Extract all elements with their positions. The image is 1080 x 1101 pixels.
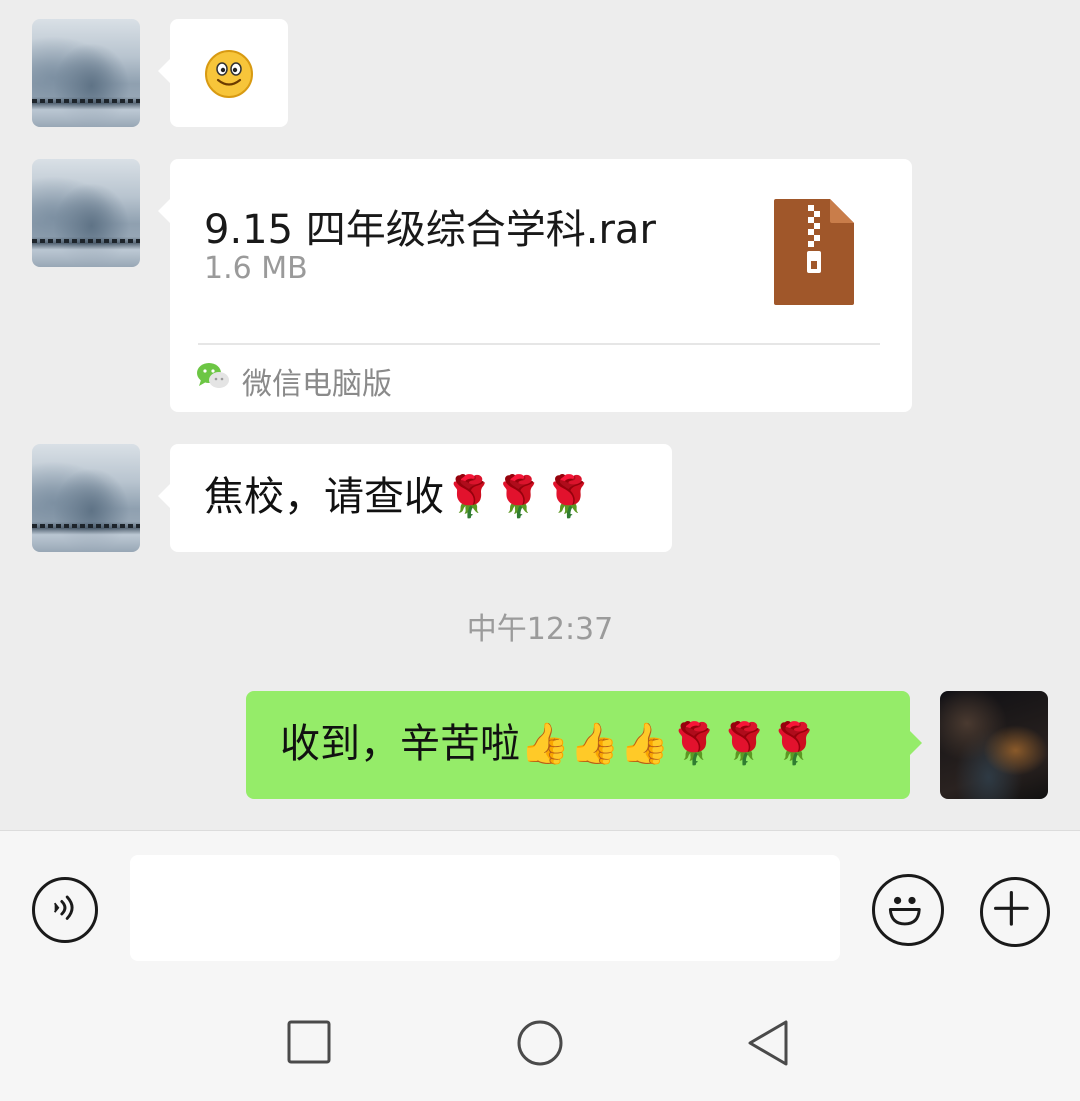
- message-bubble-emoji[interactable]: [158, 19, 288, 127]
- contact-avatar[interactable]: [32, 444, 140, 552]
- zip-archive-icon: [774, 199, 854, 305]
- plus-icon: [994, 891, 1029, 926]
- file-size: 1.6 MB: [204, 251, 308, 286]
- divider: [198, 343, 880, 345]
- sent-message-bubble[interactable]: 收到，辛苦啦👍👍👍🌹🌹🌹: [246, 691, 922, 799]
- home-icon[interactable]: [514, 1017, 566, 1069]
- back-icon[interactable]: [744, 1017, 796, 1069]
- emoji-icon: [888, 896, 921, 926]
- message-input[interactable]: [130, 855, 840, 961]
- message-text: 收到，辛苦啦👍👍👍🌹🌹🌹: [280, 721, 819, 767]
- file-name: 9.15 四年级综合学科.rar: [204, 207, 656, 253]
- message-timestamp: 中午12:37: [466, 612, 614, 647]
- chat-area: 9.15 四年级综合学科.rar 1.6 MB 微信电脑版 焦校，请查收🌹🌹🌹 …: [0, 0, 1080, 830]
- input-bar: [0, 830, 1080, 1101]
- voice-button[interactable]: [32, 877, 98, 943]
- recent-apps-icon[interactable]: [284, 1017, 334, 1067]
- more-button[interactable]: [980, 877, 1050, 947]
- file-message-card[interactable]: 9.15 四年级综合学科.rar 1.6 MB 微信电脑版: [158, 159, 912, 412]
- message-bubble-text[interactable]: 焦校，请查收🌹🌹🌹: [158, 444, 672, 552]
- message-text: 焦校，请查收🌹🌹🌹: [204, 474, 594, 520]
- file-source-label: 微信电脑版: [242, 367, 392, 402]
- smile-emoji-icon: [205, 50, 253, 98]
- wechat-logo-icon: [197, 363, 229, 388]
- my-avatar[interactable]: [940, 691, 1048, 799]
- contact-avatar[interactable]: [32, 19, 140, 127]
- contact-avatar[interactable]: [32, 159, 140, 267]
- voice-icon: [53, 895, 74, 920]
- emoji-button[interactable]: [872, 874, 944, 946]
